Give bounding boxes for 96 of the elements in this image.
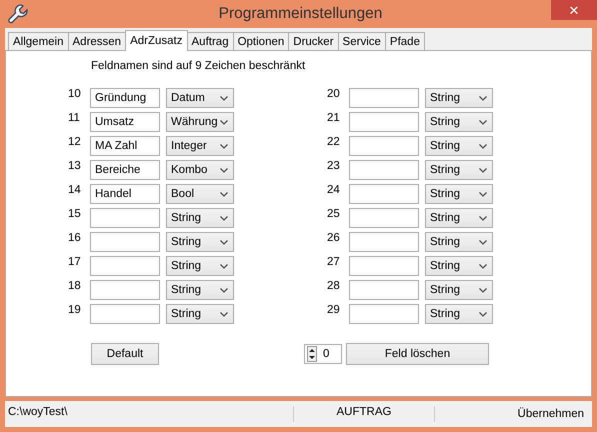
tab[interactable]: AdrZusatz <box>125 30 188 51</box>
field-name-input[interactable]: Umsatz <box>90 112 160 132</box>
tab[interactable]: Auftrag <box>186 32 234 50</box>
field-name-input[interactable] <box>90 280 160 300</box>
field-number: 26 <box>327 232 341 244</box>
chevron-down-icon <box>479 240 487 244</box>
tab[interactable]: Pfade <box>384 32 425 50</box>
type-dropdown[interactable]: String <box>425 304 493 324</box>
field-number: 13 <box>68 160 82 172</box>
spinner-arrows-icon <box>307 346 317 362</box>
field-name-input[interactable] <box>349 280 419 300</box>
type-dropdown[interactable]: String <box>425 160 493 180</box>
field-number: 28 <box>327 280 341 292</box>
chevron-down-icon <box>220 96 228 100</box>
field-name-input[interactable]: Handel <box>90 184 160 204</box>
field-name-input[interactable] <box>90 256 160 276</box>
hint-text: Feldnamen sind auf 9 Zeichen beschränkt <box>91 60 306 74</box>
type-dropdown[interactable]: String <box>166 304 234 324</box>
status-path: C:\woyTest\ <box>5 406 294 422</box>
delete-field-button[interactable]: Feld löschen <box>346 343 489 365</box>
tab[interactable]: Allgemein <box>8 32 68 50</box>
chevron-down-icon <box>220 264 228 268</box>
field-number: 27 <box>327 256 341 268</box>
field-number: 11 <box>68 112 81 124</box>
type-dropdown[interactable]: Integer <box>166 136 234 156</box>
type-dropdown[interactable]: String <box>425 136 493 156</box>
apply-button[interactable]: Übernehmen <box>435 408 592 420</box>
chevron-down-icon <box>220 144 228 148</box>
field-number: 21 <box>327 112 341 124</box>
field-number: 19 <box>68 304 82 316</box>
type-dropdown[interactable]: String <box>166 208 234 228</box>
window-title: Programmeinstellungen <box>218 5 384 23</box>
type-dropdown[interactable]: Datum <box>166 88 234 108</box>
field-number: 15 <box>68 208 82 220</box>
type-dropdown[interactable]: String <box>425 88 493 108</box>
field-number: 24 <box>327 184 341 196</box>
chevron-down-icon <box>479 264 487 268</box>
type-dropdown[interactable]: Kombo <box>166 160 234 180</box>
default-button[interactable]: Default <box>91 343 159 365</box>
type-dropdown[interactable]: String <box>425 256 493 276</box>
number-spinner[interactable]: 0 <box>304 344 342 364</box>
chevron-down-icon <box>479 96 487 100</box>
close-button[interactable]: ✕ <box>551 0 597 20</box>
type-dropdown[interactable]: Währung <box>166 112 234 132</box>
field-name-input[interactable] <box>349 136 419 156</box>
type-dropdown[interactable]: Bool <box>166 184 234 204</box>
chevron-down-icon <box>220 216 228 220</box>
field-name-input[interactable] <box>349 232 419 252</box>
chevron-down-icon <box>220 312 228 316</box>
chevron-down-icon <box>479 288 487 292</box>
tab[interactable]: Optionen <box>232 32 290 50</box>
chevron-down-icon <box>479 144 487 148</box>
chevron-down-icon <box>220 192 228 196</box>
chevron-down-icon <box>479 216 487 220</box>
type-dropdown[interactable]: String <box>425 208 493 228</box>
field-number: 23 <box>327 160 341 172</box>
status-module: AUFTRAG <box>294 406 435 422</box>
field-name-input[interactable] <box>90 232 160 252</box>
field-number: 18 <box>68 280 82 292</box>
field-number: 16 <box>68 232 82 244</box>
field-name-input[interactable]: MA Zahl <box>90 136 160 156</box>
field-number: 17 <box>68 256 82 268</box>
field-number: 20 <box>327 88 341 100</box>
chevron-down-icon <box>479 192 487 196</box>
field-name-input[interactable] <box>349 256 419 276</box>
chevron-down-icon <box>220 288 228 292</box>
chevron-down-icon <box>220 240 228 244</box>
chevron-down-icon <box>479 312 487 316</box>
type-dropdown[interactable]: String <box>166 280 234 300</box>
field-name-input[interactable] <box>349 160 419 180</box>
type-dropdown[interactable]: String <box>425 184 493 204</box>
field-number: 12 <box>68 136 82 148</box>
field-name-input[interactable] <box>349 184 419 204</box>
wrench-icon <box>7 3 29 25</box>
type-dropdown[interactable]: String <box>166 232 234 252</box>
type-dropdown[interactable]: String <box>425 280 493 300</box>
field-name-input[interactable]: Bereiche <box>90 160 160 180</box>
type-dropdown[interactable]: String <box>425 232 493 252</box>
chevron-down-icon <box>220 120 228 124</box>
field-number: 25 <box>327 208 341 220</box>
chevron-down-icon <box>479 168 487 172</box>
chevron-down-icon <box>479 120 487 124</box>
type-dropdown[interactable]: String <box>166 256 234 276</box>
field-name-input[interactable] <box>349 88 419 108</box>
field-number: 10 <box>68 88 82 100</box>
field-name-input[interactable] <box>90 304 160 324</box>
field-name-input[interactable]: Gründung <box>90 88 160 108</box>
field-name-input[interactable] <box>349 304 419 324</box>
field-number: 22 <box>327 136 341 148</box>
field-number: 29 <box>327 304 341 316</box>
chevron-down-icon <box>220 168 228 172</box>
field-number: 14 <box>68 184 82 196</box>
field-name-input[interactable] <box>349 112 419 132</box>
type-dropdown[interactable]: String <box>425 112 493 132</box>
field-name-input[interactable] <box>90 208 160 228</box>
field-name-input[interactable] <box>349 208 419 228</box>
